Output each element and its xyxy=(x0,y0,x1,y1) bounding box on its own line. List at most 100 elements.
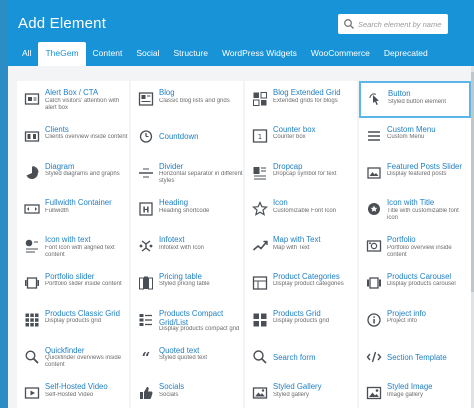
element-self-hosted-video[interactable]: Self-Hosted Video Self-Hosted Video xyxy=(17,375,129,408)
button-icon xyxy=(367,92,383,108)
pricing-table-icon xyxy=(138,275,154,291)
alert-box-icon xyxy=(24,91,40,107)
element-name: Counter box xyxy=(273,124,316,134)
search-icon xyxy=(343,18,355,30)
element-countdown[interactable]: Countdown xyxy=(131,117,243,155)
svg-text:H: H xyxy=(143,206,150,215)
element-description: Display product categories xyxy=(273,281,344,288)
element-infotext[interactable]: Infotext Infotext with Icon xyxy=(131,228,243,265)
portfolio-slider-icon xyxy=(24,275,40,291)
element-product-categories[interactable]: Product Categories Display product catego… xyxy=(245,264,357,302)
element-description: Horizontal separator in different styles xyxy=(159,171,243,185)
element-name: Socials xyxy=(159,382,185,392)
element-description: Counter box xyxy=(273,134,306,141)
element-grid: Alert Box / CTA Catch visitors' attention… xyxy=(17,81,471,408)
element-name: Search form xyxy=(273,352,316,362)
element-quickfinder[interactable]: Quickfinder Quickfinder overviews inside … xyxy=(17,338,129,376)
element-clients[interactable]: Clients Clients overview inside content xyxy=(17,117,129,155)
element-map-with-text[interactable]: Map with Text Map with Text xyxy=(245,228,357,265)
element-counter-box[interactable]: 1 Counter box Counter box xyxy=(245,117,357,155)
element-products-carousel[interactable]: Products Carousel Display products carous… xyxy=(359,264,471,302)
element-featured-posts-slider[interactable]: Featured Posts Slider Display featured po… xyxy=(359,154,471,192)
element-fullwidth-container[interactable]: Fullwidth Container Fullwidth xyxy=(17,191,129,229)
element-blog[interactable]: Blog Classic blog lists and grids xyxy=(131,81,243,118)
styled-image-icon xyxy=(366,385,382,401)
map-icon xyxy=(252,238,268,254)
clients-icon xyxy=(24,128,40,144)
element-name: Custom Menu xyxy=(387,124,436,134)
tab-woocommerce[interactable]: WooCommerce xyxy=(304,42,377,66)
element-quoted-text[interactable]: “ Quoted text Styled quoted text xyxy=(131,338,243,376)
element-alert-box-cta[interactable]: Alert Box / CTA Catch visitors' attention… xyxy=(17,81,129,118)
element-portfolio-slider[interactable]: Portfolio slider Portfolio slider inside … xyxy=(17,264,129,302)
search-form-icon xyxy=(252,349,268,365)
element-description: Custom Menu xyxy=(387,134,425,141)
element-description: Catch visitors' attention with alert box xyxy=(45,97,120,111)
element-icon-with-title[interactable]: Icon with Title Title with customizable f… xyxy=(359,191,471,229)
tab-social[interactable]: Social xyxy=(129,42,166,66)
element-products-compact-grid-list[interactable]: Products Compact Grid/List Display produc… xyxy=(131,301,243,339)
element-description: Map with Text xyxy=(273,244,310,251)
dropcap-icon xyxy=(252,165,268,181)
element-description: Styled button element xyxy=(388,98,447,105)
element-description: Styled quoted text xyxy=(159,355,208,362)
element-heading[interactable]: H Heading Heading shortcode xyxy=(131,191,243,229)
element-icon[interactable]: Icon Customizable Font Icon xyxy=(245,191,357,229)
tab-deprecated[interactable]: Deprecated xyxy=(377,42,435,66)
element-name: Styled Gallery xyxy=(273,382,322,392)
element-name: Map with Text xyxy=(273,235,321,245)
element-description: Display products grid xyxy=(45,318,102,325)
tab-all[interactable]: All xyxy=(15,42,38,66)
featured-slider-icon xyxy=(366,165,382,181)
tab-wordpress-widgets[interactable]: WordPress Widgets xyxy=(215,42,304,66)
element-name: Self-Hosted Video xyxy=(45,382,108,392)
element-styled-image[interactable]: Styled Image Image gallery xyxy=(359,375,471,408)
element-description: Font Icon with aligned text content xyxy=(45,244,115,258)
element-portfolio[interactable]: Portfolio Portfolio overview inside conte… xyxy=(359,228,471,265)
element-name: Diagram xyxy=(45,161,75,171)
element-products-classic-grid[interactable]: Products Classic Grid Display products gr… xyxy=(17,301,129,339)
element-name: Clients xyxy=(45,124,69,134)
element-description: Display products carousel xyxy=(387,281,456,288)
quote-icon: “ xyxy=(138,349,154,365)
element-description: Classic blog lists and grids xyxy=(159,97,230,104)
element-name: Blog Extended Grid xyxy=(273,88,341,97)
element-styled-gallery[interactable]: Styled Gallery Styled gallery xyxy=(245,375,357,408)
tab-structure[interactable]: Structure xyxy=(166,42,215,66)
element-dropcap[interactable]: Dropcap Dropcap symbol for text xyxy=(245,154,357,192)
search-box[interactable] xyxy=(338,14,448,34)
element-blog-extended-grid[interactable]: Blog Extended Grid Extended grids for blo… xyxy=(245,81,357,118)
element-button[interactable]: Button Styled button element xyxy=(359,81,471,118)
element-divider[interactable]: Divider Horizontal separator in different… xyxy=(131,154,243,192)
element-project-info[interactable]: Project info Project info xyxy=(359,301,471,339)
element-description: Project info xyxy=(387,318,418,325)
element-icon-with-text[interactable]: Icon with text Font Icon with aligned tex… xyxy=(17,228,129,265)
element-name: Quoted text xyxy=(159,345,200,355)
socials-icon xyxy=(138,385,154,401)
star-icon xyxy=(252,201,268,217)
element-name: Products Grid xyxy=(273,308,321,318)
diagram-icon xyxy=(24,165,40,181)
element-pricing-table[interactable]: Pricing table Styled pricing table xyxy=(131,264,243,302)
element-name: Dropcap xyxy=(273,161,303,171)
element-name: Divider xyxy=(159,161,184,171)
divider-icon xyxy=(138,165,154,181)
element-description: Self-Hosted Video xyxy=(45,391,94,398)
element-description: Styled pricing table xyxy=(159,281,210,288)
element-custom-menu[interactable]: Custom Menu Custom Menu xyxy=(359,117,471,155)
search-input[interactable] xyxy=(358,16,446,32)
element-products-grid[interactable]: Products Grid Display products grid xyxy=(245,301,357,339)
svg-text:1: 1 xyxy=(258,133,262,141)
element-search-form[interactable]: Search form xyxy=(245,338,357,376)
element-description: Extended grids for blogs xyxy=(273,97,338,104)
element-name: Button xyxy=(388,89,411,98)
element-section-template[interactable]: Section Template xyxy=(359,338,471,376)
tab-thegem[interactable]: TheGem xyxy=(38,42,86,66)
element-diagram[interactable]: Diagram Styled diagrams and graphs xyxy=(17,154,129,192)
element-name: Portfolio slider xyxy=(45,271,95,281)
tab-content[interactable]: Content xyxy=(86,42,130,66)
element-name: Product Categories xyxy=(273,271,340,281)
element-socials[interactable]: Socials Socials xyxy=(131,375,243,408)
quickfinder-icon xyxy=(24,349,40,365)
products-grid-icon xyxy=(252,312,268,328)
